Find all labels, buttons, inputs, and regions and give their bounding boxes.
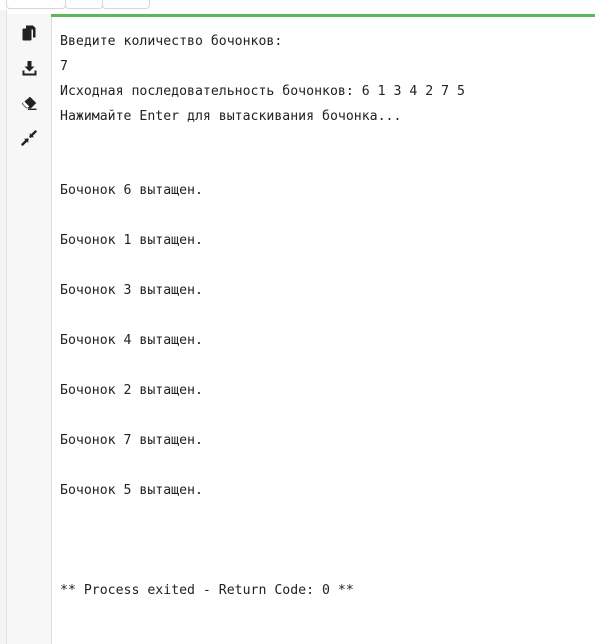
process-exit-message: ** Process exited - Return Code: 0 **	[60, 583, 354, 598]
eraser-icon	[21, 96, 37, 110]
left-edge-strip	[0, 10, 7, 644]
console-line: Бочонок 2 вытащен.	[60, 383, 203, 398]
download-output-button[interactable]	[19, 58, 39, 78]
console-line: Бочонок 4 вытащен.	[60, 333, 203, 348]
clear-output-button[interactable]	[19, 93, 39, 113]
console-line: Бочонок 3 вытащен.	[60, 283, 203, 298]
console-toolbar	[7, 14, 52, 644]
console-line: Бочонок 7 вытащен.	[60, 433, 203, 448]
editor-tab[interactable]	[6, 0, 66, 9]
minimize-console-button[interactable]	[19, 128, 39, 148]
editor-tab[interactable]	[65, 0, 103, 9]
collapse-icon	[21, 130, 37, 146]
status-accent-bar	[51, 14, 595, 17]
copy-icon	[22, 25, 36, 41]
console-line: Бочонок 1 вытащен.	[60, 233, 203, 248]
download-icon	[22, 60, 36, 75]
program-output-window: Введите количество бочонков: 7 Исходная …	[0, 0, 595, 644]
console-line: Введите количество бочонков:	[60, 34, 283, 49]
console-line: Нажимайте Enter для вытаскивания бочонка…	[60, 109, 402, 124]
console-line: Бочонок 6 вытащен.	[60, 183, 203, 198]
editor-tab[interactable]	[102, 0, 150, 9]
console-line: Бочонок 5 вытащен.	[60, 483, 203, 498]
console-line: 7	[60, 59, 68, 74]
console-line: Исходная последовательность бочонков: 6 …	[60, 84, 465, 99]
editor-tab-strip	[0, 0, 595, 10]
copy-output-button[interactable]	[19, 23, 39, 43]
